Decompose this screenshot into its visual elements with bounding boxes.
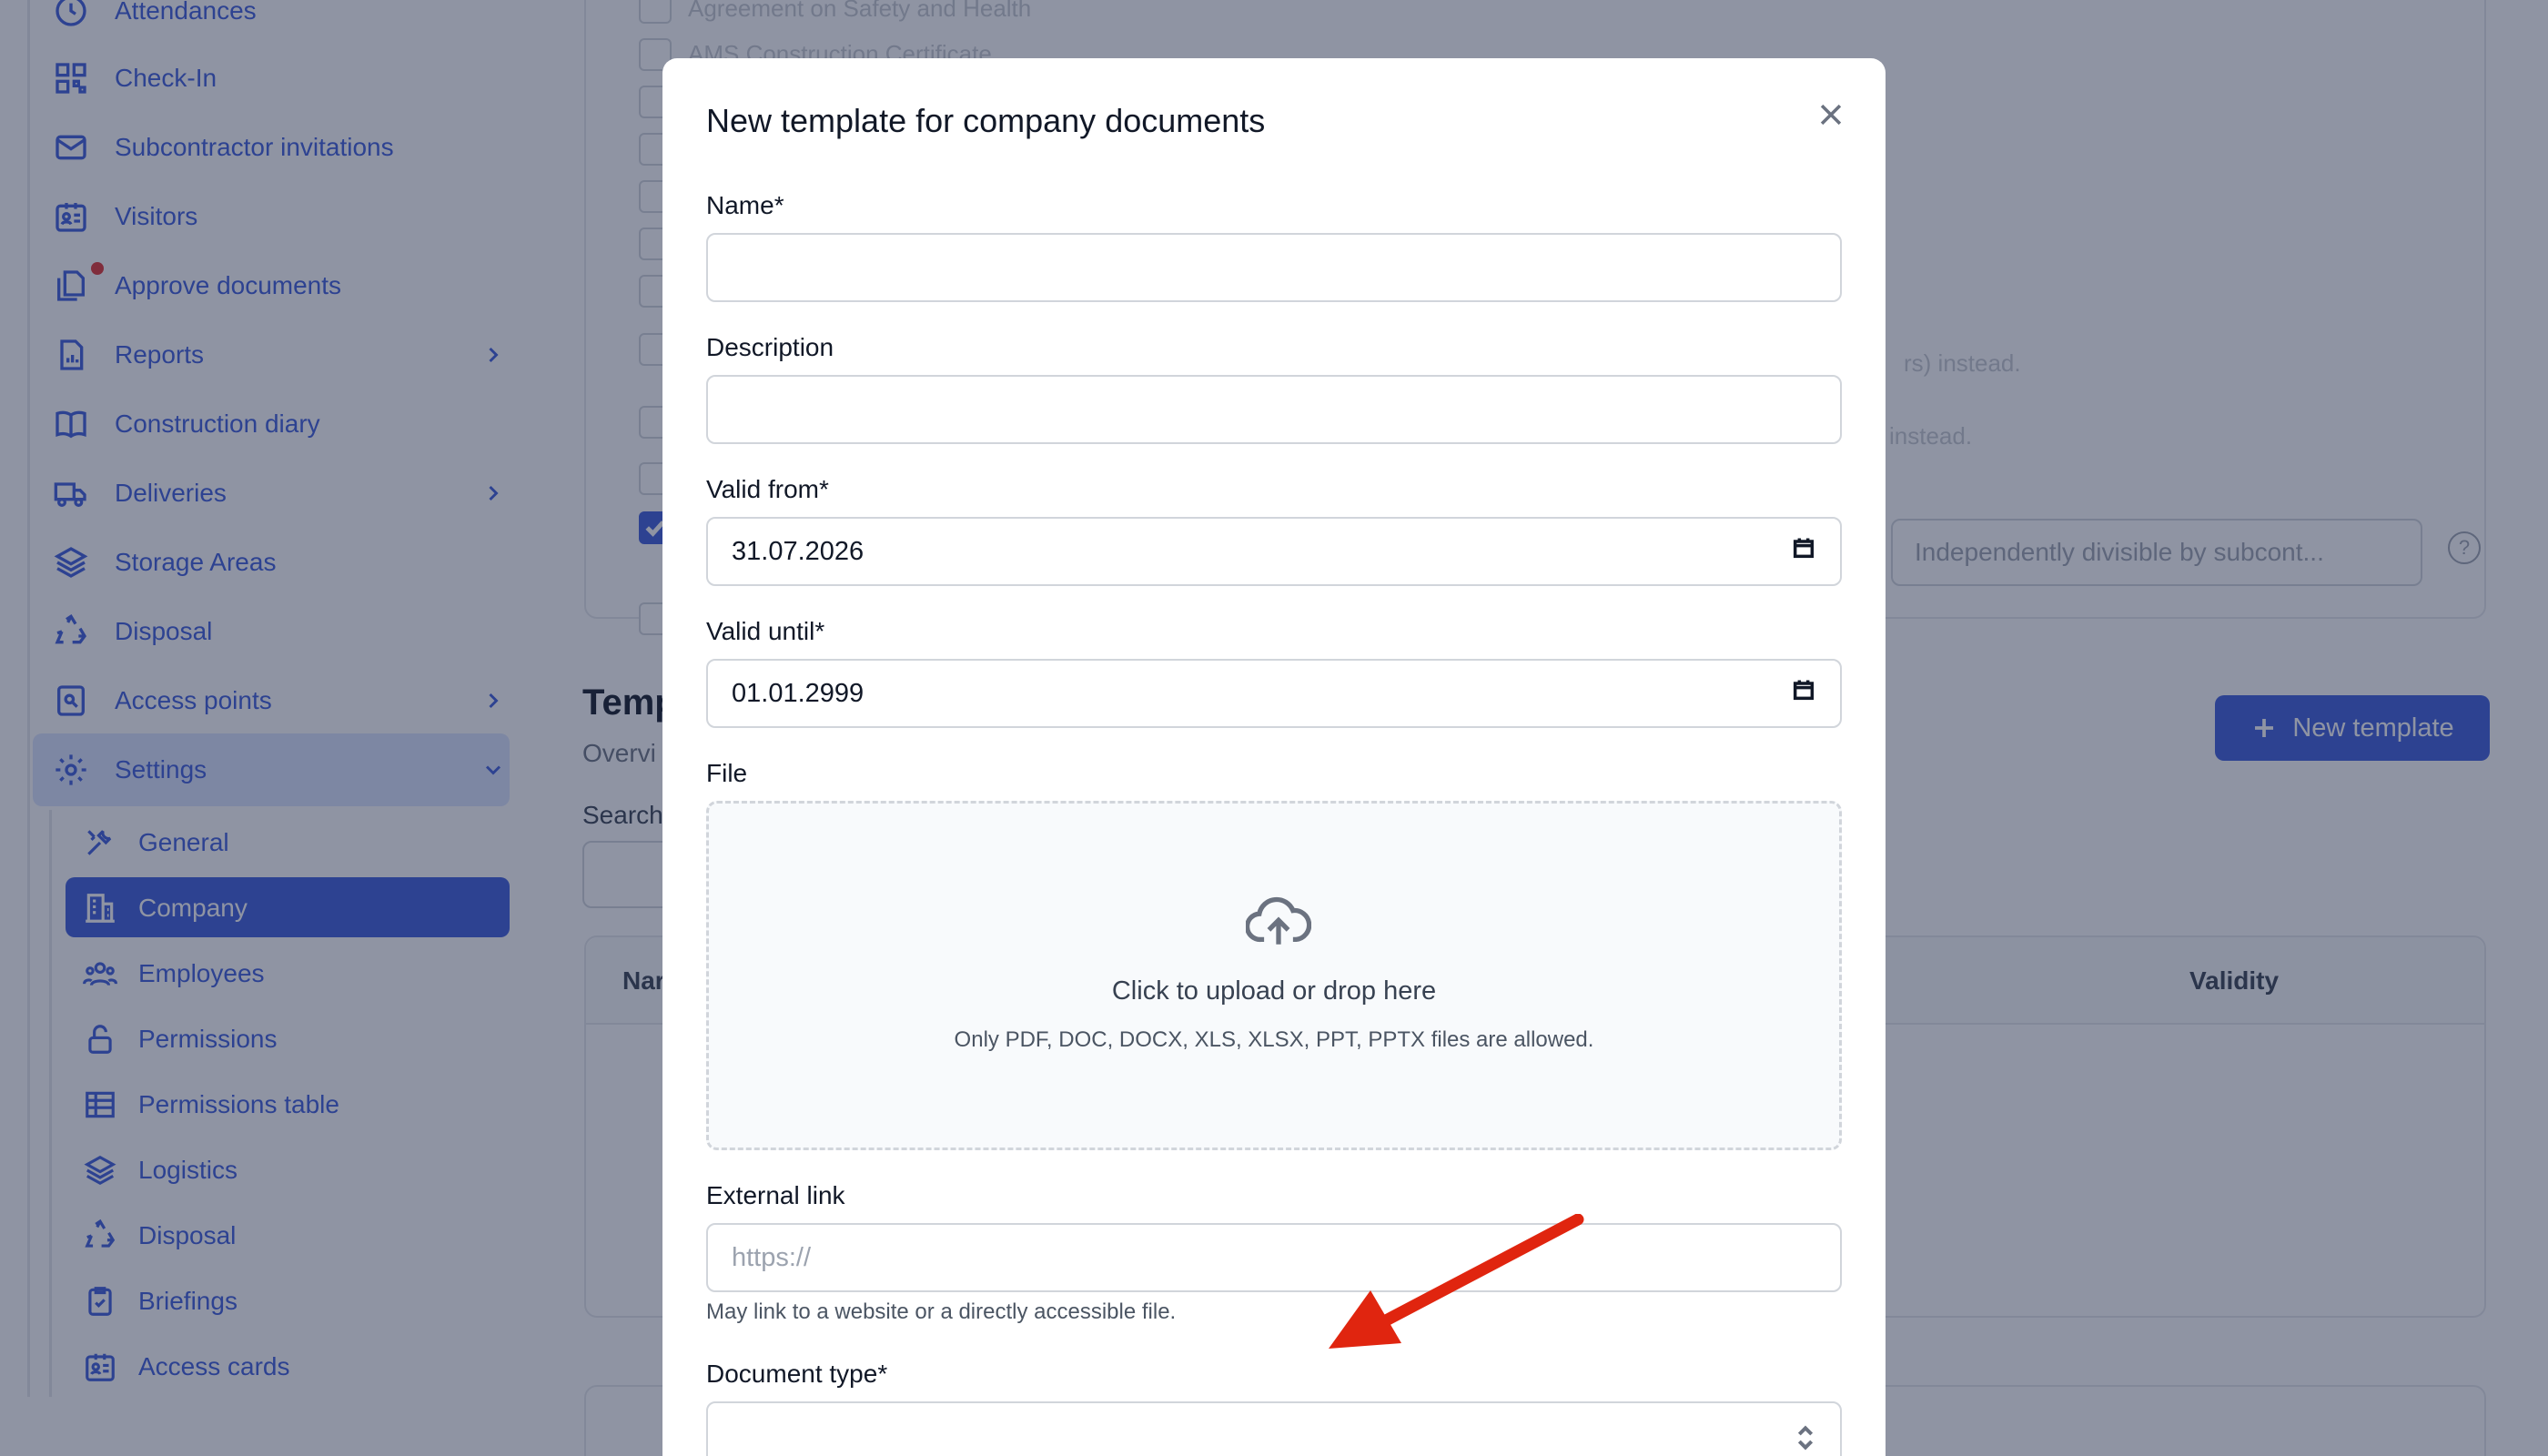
new-template-modal: New template for company documents Name*… bbox=[662, 58, 1886, 1456]
valid-from-input[interactable]: 31.07.2026 bbox=[706, 517, 1842, 586]
valid-until-input[interactable]: 01.01.2999 bbox=[706, 659, 1842, 728]
calendar-icon[interactable] bbox=[1791, 677, 1816, 710]
select-arrows-icon bbox=[1795, 1423, 1816, 1456]
file-dropzone[interactable]: Click to upload or drop here Only PDF, D… bbox=[706, 801, 1842, 1150]
close-button[interactable] bbox=[1811, 95, 1851, 135]
close-icon bbox=[1820, 104, 1842, 126]
external-link-label: External link bbox=[706, 1181, 845, 1209]
calendar-icon[interactable] bbox=[1791, 535, 1816, 568]
name-input[interactable] bbox=[706, 233, 1842, 302]
description-input[interactable] bbox=[706, 375, 1842, 444]
document-type-label: Document type* bbox=[706, 1360, 888, 1388]
annotation-arrow bbox=[1329, 1214, 1584, 1349]
description-label: Description bbox=[706, 333, 834, 361]
valid-until-value: 01.01.2999 bbox=[732, 678, 864, 708]
upload-title: Click to upload or drop here bbox=[1111, 976, 1437, 1006]
upload-hint: Only PDF, DOC, DOCX, XLS, XLSX, PPT, PPT… bbox=[954, 1027, 1594, 1052]
external-link-input[interactable] bbox=[706, 1223, 1842, 1292]
modal-title: New template for company documents bbox=[706, 102, 1266, 139]
document-type-select[interactable] bbox=[706, 1401, 1842, 1456]
valid-from-label: Valid from* bbox=[706, 475, 829, 503]
valid-until-label: Valid until* bbox=[706, 617, 825, 645]
external-link-hint: May link to a website or a directly acce… bbox=[706, 1299, 1177, 1324]
file-label: File bbox=[706, 759, 748, 787]
valid-from-value: 31.07.2026 bbox=[732, 536, 864, 566]
name-label: Name* bbox=[706, 191, 784, 219]
cloud-upload-icon bbox=[1244, 895, 1312, 949]
